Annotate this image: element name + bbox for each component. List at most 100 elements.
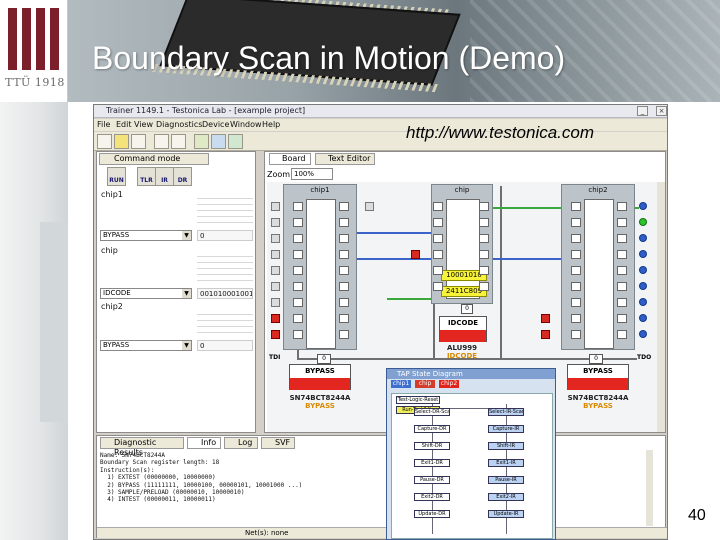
- tap-state-capture-dr: Capture-DR: [414, 425, 450, 433]
- tap-chip-button[interactable]: chip: [415, 380, 435, 388]
- tab-svf[interactable]: SVF: [261, 437, 295, 449]
- boundary-scan-cell: [617, 266, 627, 275]
- input-pin-toggle[interactable]: [271, 330, 280, 339]
- slide-title: Boundary Scan in Motion (Demo): [92, 40, 566, 76]
- device-label-chip: chip: [101, 246, 118, 255]
- chevron-down-icon[interactable]: ▼: [182, 231, 191, 240]
- board-scrollbar[interactable]: [657, 182, 665, 432]
- logo-bar: [22, 8, 31, 70]
- undo-icon[interactable]: [154, 134, 169, 149]
- boundary-scan-cell: [293, 266, 303, 275]
- pin-toggle[interactable]: [411, 250, 420, 259]
- pin-toggle[interactable]: [541, 330, 550, 339]
- boundary-scan-cell: [617, 298, 627, 307]
- zoom-select[interactable]: 100%: [291, 168, 333, 180]
- register-bits: [197, 312, 253, 338]
- boundary-scan-cell: [433, 282, 443, 291]
- pin-toggle[interactable]: [365, 202, 374, 211]
- source-url[interactable]: http://www.testonica.com: [406, 123, 594, 143]
- menu-view[interactable]: View: [134, 120, 153, 129]
- tab-board[interactable]: Board: [269, 153, 311, 165]
- menu-device[interactable]: Device: [202, 120, 229, 129]
- board-view-icon[interactable]: [194, 134, 209, 149]
- boundary-scan-cell: [571, 330, 581, 339]
- tab-command-mode[interactable]: Command mode: [99, 153, 209, 165]
- tap-state-diagram-window[interactable]: TAP State Diagram chip1 chip chip2 Test-…: [386, 368, 556, 540]
- register-value-chip1[interactable]: 0: [197, 230, 253, 241]
- input-pin-toggle[interactable]: [271, 250, 280, 259]
- register-value-chip[interactable]: 0010100010010000: [197, 288, 253, 299]
- info-scrollbar[interactable]: [646, 450, 653, 526]
- tap-state-exit2-dr: Exit2-DR: [414, 493, 450, 501]
- register-value-chip2[interactable]: 0: [197, 340, 253, 351]
- instruction-select-chip[interactable]: IDCODE ▼: [100, 288, 192, 299]
- chevron-down-icon[interactable]: ▼: [182, 341, 191, 350]
- logo-bar: [36, 8, 45, 70]
- menu-diagnostics[interactable]: Diagnostics: [156, 120, 202, 129]
- new-file-icon[interactable]: [97, 134, 112, 149]
- tab-diagnostic-results[interactable]: Diagnostic Results: [100, 437, 184, 457]
- input-pin-toggle[interactable]: [271, 266, 280, 275]
- output-led: [639, 314, 647, 322]
- tap-state-select-dr-scan: Select-DR-Scan: [414, 408, 450, 416]
- chevron-down-icon[interactable]: ▼: [182, 289, 191, 298]
- tab-log[interactable]: Log: [224, 437, 258, 449]
- menu-help[interactable]: Help: [262, 120, 280, 129]
- bypass-bit-chip: 0: [461, 304, 473, 314]
- bypass-bit-chip2: 0: [589, 354, 603, 364]
- boundary-scan-cell: [571, 202, 581, 211]
- tap-state-pause-dr: Pause-DR: [414, 476, 450, 484]
- menu-edit[interactable]: Edit: [116, 120, 132, 129]
- window-icon[interactable]: [228, 134, 243, 149]
- tap-chip2-button[interactable]: chip2: [439, 380, 459, 388]
- pin-toggle[interactable]: [541, 314, 550, 323]
- minimize-button[interactable]: _: [637, 106, 648, 116]
- boundary-scan-cell: [479, 282, 489, 291]
- close-button[interactable]: ×: [656, 106, 667, 116]
- tlr-button[interactable]: TLR: [137, 167, 156, 186]
- input-pin-toggle[interactable]: [271, 314, 280, 323]
- tap-state-exit2-ir: Exit2-IR: [488, 493, 524, 501]
- bypass-bit-chip1: 0: [317, 354, 331, 364]
- boundary-scan-cell: [293, 250, 303, 259]
- slide: TTÜ 1918 Boundary Scan in Motion (Demo) …: [0, 0, 720, 540]
- register-name: BYPASS: [305, 367, 335, 375]
- run-button[interactable]: RUN: [107, 167, 126, 186]
- boundary-scan-cell: [339, 234, 349, 243]
- input-pin-toggle[interactable]: [271, 218, 280, 227]
- dr-button[interactable]: DR: [173, 167, 192, 186]
- boundary-scan-cell: [617, 250, 627, 259]
- output-led: [639, 202, 647, 210]
- ir-button[interactable]: IR: [155, 167, 174, 186]
- chip-body: [446, 199, 480, 299]
- menu-window[interactable]: Window: [230, 120, 262, 129]
- tap-chip1-button[interactable]: chip1: [391, 380, 411, 388]
- input-pin-toggle[interactable]: [271, 202, 280, 211]
- input-pin-toggle[interactable]: [271, 234, 280, 243]
- tap-state-pause-ir: Pause-IR: [488, 476, 524, 484]
- redo-icon[interactable]: [171, 134, 186, 149]
- open-folder-icon[interactable]: [114, 134, 129, 149]
- grid-icon[interactable]: [211, 134, 226, 149]
- tab-text-editor[interactable]: Text Editor: [315, 153, 375, 165]
- input-pin-toggle[interactable]: [271, 298, 280, 307]
- boundary-scan-cell: [433, 250, 443, 259]
- boundary-scan-cell: [339, 330, 349, 339]
- boundary-scan-cell: [617, 234, 627, 243]
- tab-info[interactable]: Info: [187, 437, 221, 449]
- boundary-scan-cell: [433, 218, 443, 227]
- boundary-scan-cell: [479, 202, 489, 211]
- boundary-scan-cell: [479, 234, 489, 243]
- output-led: [639, 250, 647, 258]
- input-pin-toggle[interactable]: [271, 282, 280, 291]
- info-line: 2) BYPASS (11111111, 10000100, 00000101,…: [100, 481, 303, 489]
- instruction-select-chip1[interactable]: BYPASS ▼: [100, 230, 192, 241]
- chip-name: chip: [454, 186, 470, 194]
- save-icon[interactable]: [131, 134, 146, 149]
- instruction-select-chip2[interactable]: BYPASS ▼: [100, 340, 192, 351]
- menu-file[interactable]: File: [97, 120, 110, 129]
- slide-header: TTÜ 1918 Boundary Scan in Motion (Demo): [0, 0, 720, 102]
- info-line: 1) EXTEST (00000000, 10000000): [100, 474, 216, 482]
- boundary-scan-cell: [339, 266, 349, 275]
- info-line: Instruction(s):: [100, 466, 155, 474]
